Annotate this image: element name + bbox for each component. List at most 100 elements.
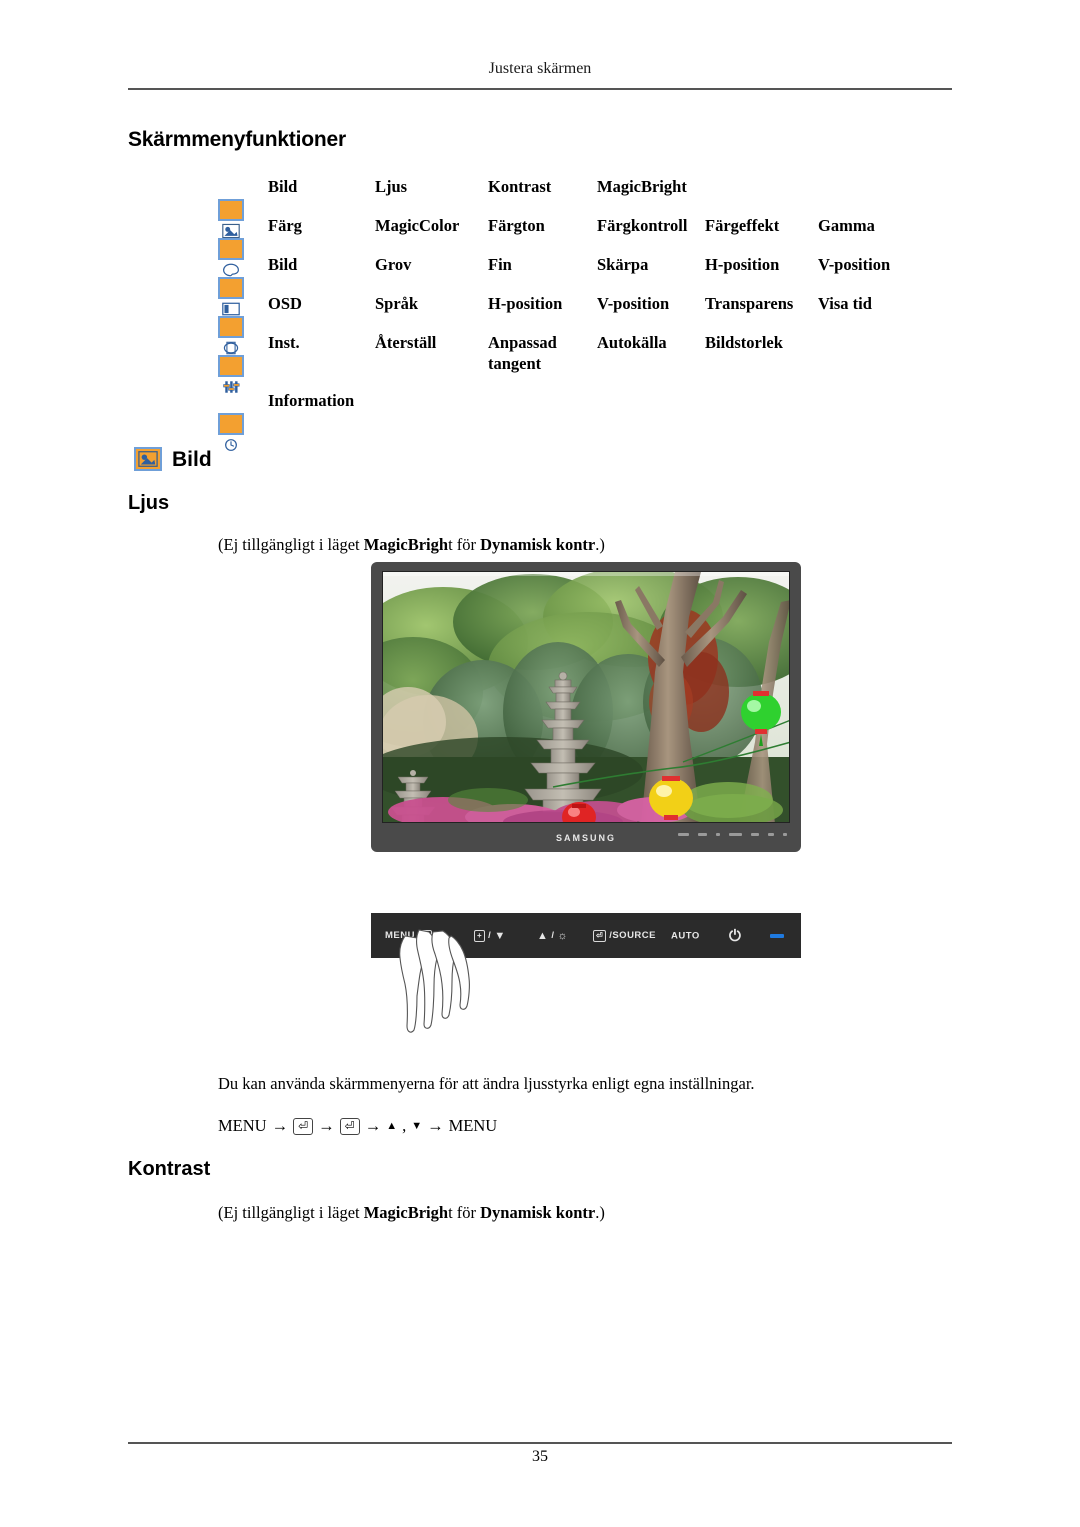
bezel-power-button[interactable] [768,833,774,836]
menu-item: Autokälla [597,333,667,352]
menu-category-label: OSD [268,294,302,313]
menu-item: H-position [488,294,563,313]
table-row: Färg MagicColor Färgton Färgkontroll Fär… [218,215,952,277]
power-button[interactable]: ⏻ [729,927,741,944]
triangle-down-icon: ▼ [411,1120,423,1132]
running-header: Justera skärmen [488,60,592,77]
table-row: Bild Ljus Kontrast MagicBright [218,176,952,239]
menu-item: V-position [597,294,670,313]
bezel-button[interactable] [729,833,742,836]
note-text-mid: t för [448,1203,481,1222]
menu-item: Språk [375,294,419,313]
menu-category-label: Bild [268,177,298,196]
enter-key-icon: ⏎ [293,1117,314,1135]
note-text-suffix: .) [595,1203,605,1222]
arrow-icon: → [364,1116,382,1135]
triangle-down-icon: ▼ [494,929,506,942]
menu-item: MagicColor [375,216,460,235]
triangle-up-icon: ▲ [537,929,549,942]
brightness-sun-icon: ☼ [557,929,569,942]
note-text-suffix: .) [595,535,605,554]
menu-grid-icon: ▥ [417,929,433,942]
enter-icon: ⏎ [593,929,607,942]
menu-item: MagicBright [597,177,687,196]
triangle-up-icon: ▲ [386,1120,398,1132]
menu-item: Ljus [375,177,408,196]
picture-icon [134,447,164,472]
menu-category-label: Bild [268,255,298,274]
note-text-bold-dynamisk: Dynamisk kontr [480,1203,596,1222]
bezel-button-row [678,833,787,836]
enter-key-icon: ⏎ [339,1117,360,1135]
note-text-bold-dynamisk: Dynamisk kontr [480,535,596,554]
menu-item: Grov [375,255,412,274]
table-row: Bild Grov Fin Skärpa H-position V-positi… [218,254,952,316]
note-text-mid: t för [448,535,481,554]
bezel-button[interactable] [751,833,759,836]
slash-separator: / [551,930,555,941]
ljus-description: Du kan använda skärmmenyerna för att änd… [218,1074,755,1093]
page-title: Skärmmenyfunktioner [128,128,346,151]
menu-item: Anpassad tangent [488,333,557,373]
down-brightness-button[interactable]: + / ▼ [474,929,506,942]
key-menu-start: MENU [218,1116,267,1135]
table-row: Inst. Återställ Anpassad tangent Autokäl… [218,332,952,393]
menu-item: Gamma [818,216,875,235]
section-heading-ljus: Ljus [128,492,170,514]
up-brightness-button[interactable]: ▲ / ☼ [537,930,568,942]
table-row: Information [218,390,952,452]
footer-rule [128,1442,952,1444]
bezel-indicator [783,833,787,836]
note-text-prefix: (Ej tillgängligt i läget [218,535,364,554]
menu-item: Färgton [488,216,545,235]
table-row: OSD Språk H-position V-position Transpar… [218,293,952,355]
garden-photo [383,572,789,822]
menu-item: Återställ [375,333,437,352]
menu-item: V-position [818,255,891,274]
menu-item: Transparens [705,294,794,313]
bezel-button[interactable] [698,833,707,836]
section-heading-kontrast: Kontrast [128,1158,211,1180]
monitor-bezel: SAMSUNG [371,824,801,852]
note-text-bold-magicbright: MagicBrigh [363,535,449,554]
page-number: 35 [532,1448,548,1465]
kontrast-availability-note: (Ej tillgängligt i läget MagicBright för… [218,1203,605,1223]
osd-menu-table: Bild Ljus Kontrast MagicBright Färg Magi… [218,176,952,452]
menu-item: Visa tid [818,294,872,313]
monitor-control-panel: MENU ▥ + / ▼ ▲ / ☼ ⏎ /SOURCE AUTO ⏻ [371,913,801,958]
menu-category-label: Inst. [268,333,300,352]
menu-item: Färgkontroll [597,216,688,235]
ljus-availability-note: (Ej tillgängligt i läget MagicBright för… [218,535,605,555]
settings-sliders-icon [218,333,244,393]
enter-source-button[interactable]: ⏎ /SOURCE [593,929,656,942]
arrow-icon: → [318,1116,335,1135]
key-menu-end: MENU [448,1116,498,1135]
information-clock-icon [218,391,244,452]
comma-separator: , [402,1116,407,1135]
power-icon: ⏻ [729,927,742,944]
menu-key-sequence: MENU → ⏎ → ⏎ → ▲ , ▼ → MENU [218,1116,497,1136]
source-label: /SOURCE [609,930,656,941]
note-text-bold-magicbright: MagicBrigh [363,1203,449,1222]
menu-category-label: Färg [268,216,302,235]
slash-separator: / [488,930,492,941]
auto-button[interactable]: AUTO [671,930,700,941]
power-indicator-led [770,933,784,938]
menu-item: Skärpa [597,255,649,274]
note-text-prefix: (Ej tillgängligt i läget [218,1203,364,1222]
auto-button-label: AUTO [671,930,700,941]
bezel-button[interactable] [678,833,689,836]
menu-button[interactable]: MENU ▥ [385,929,433,942]
monitor-illustration: SAMSUNG [371,562,801,852]
bezel-button[interactable] [716,833,720,836]
menu-item: Bildstorlek [705,333,783,352]
menu-item: Färgeffekt [705,216,780,235]
section-heading-bild: Bild [172,448,212,471]
menu-category-label: Information [268,391,355,410]
monitor-screen [382,571,790,823]
arrow-icon: → [271,1116,289,1135]
arrow-icon: → [427,1116,444,1135]
plus-box-icon: + [474,929,486,942]
menu-button-label: MENU [385,930,415,941]
menu-item: Fin [488,255,512,274]
